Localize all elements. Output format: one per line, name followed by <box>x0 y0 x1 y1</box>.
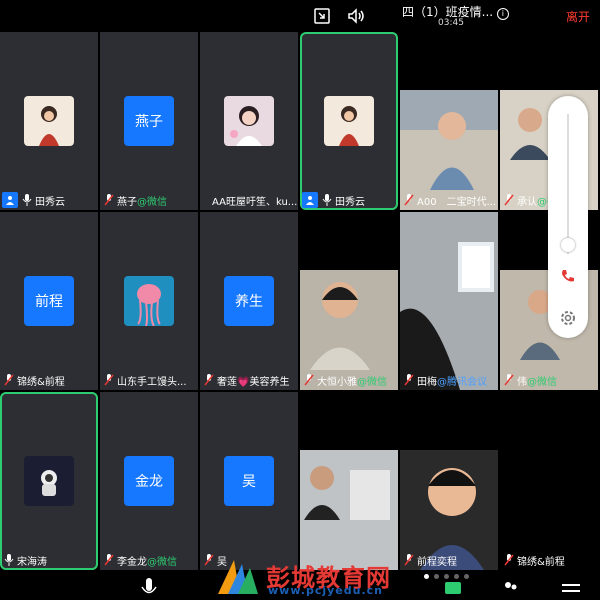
participant-tile[interactable]: 养生 奢莲💗美容养生 <box>200 212 298 390</box>
participant-namebar: 宋海涛 <box>0 550 98 570</box>
video-tile[interactable]: 锦绣&前程 <box>500 450 598 570</box>
mic-muted-icon <box>204 554 214 566</box>
host-badge-icon <box>2 192 18 208</box>
mic-icon <box>322 194 332 206</box>
mic-muted-icon <box>504 374 514 386</box>
participant-namebar: 田秀云 <box>0 190 98 210</box>
participant-namebar: 锦绣&前程 <box>500 550 598 570</box>
video-feed <box>400 212 498 390</box>
participant-namebar: A00 二宝时代... <box>400 190 498 210</box>
participant-tile[interactable]: 燕子 燕子 @微信 <box>100 32 198 210</box>
watermark-url: www.pcjyedu.cn <box>268 584 383 597</box>
avatar: 吴 <box>224 456 274 506</box>
participant-name: 宋海涛 <box>17 556 47 568</box>
mic-muted-icon <box>4 374 14 386</box>
participant-tile[interactable]: 田秀云 <box>0 32 98 210</box>
mic-muted-icon <box>104 194 114 206</box>
avatar: 金龙 <box>124 456 174 506</box>
participant-tile[interactable]: 金龙 李金龙 @微信 <box>100 392 198 570</box>
participant-namebar: 奢莲💗美容养生 <box>200 370 298 390</box>
participant-name: 山东手工馒头... <box>117 376 187 388</box>
participant-name: 锦绣&前程 <box>17 376 65 388</box>
participant-namebar: 田梅 @腾讯会议 <box>400 370 498 390</box>
participant-name: 田秀云 <box>335 196 365 208</box>
mic-icon <box>22 194 32 206</box>
meeting-timer: 03:45 <box>438 18 464 28</box>
host-badge-icon <box>302 192 318 208</box>
mic-muted-icon <box>404 194 414 206</box>
mic-muted-icon <box>504 554 514 566</box>
participant-name: 承认 <box>517 196 537 208</box>
participant-namebar: 田秀云 <box>300 190 398 210</box>
mic-muted-icon <box>104 374 114 386</box>
mic-muted-icon <box>304 374 314 386</box>
participant-name: 田梅 <box>417 376 437 388</box>
mic-muted-icon <box>204 374 214 386</box>
participant-tile[interactable]: AA旺屋吁笙、ku... <box>200 32 298 210</box>
share-screen-icon[interactable] <box>444 580 462 598</box>
avatar <box>224 96 274 146</box>
info-icon[interactable]: i <box>496 8 509 20</box>
participant-name: 李金龙 <box>117 556 147 568</box>
volume-slider[interactable] <box>567 114 569 254</box>
watermark-logo-icon <box>218 560 258 594</box>
speaker-icon[interactable] <box>346 6 366 26</box>
wechat-suffix: @微信 <box>137 196 167 208</box>
avatar: 养生 <box>224 276 274 326</box>
participant-name: 前程奕程 <box>417 556 457 568</box>
participant-tile[interactable]: 吴 吴 <box>200 392 298 570</box>
mic-icon <box>4 554 14 566</box>
video-tile[interactable] <box>300 450 398 570</box>
leave-button[interactable]: 离开 <box>566 8 590 25</box>
participant-namebar: 燕子 @微信 <box>100 190 198 210</box>
mic-muted-icon <box>404 554 414 566</box>
video-tile[interactable]: 前程奕程 <box>400 450 498 570</box>
floating-control-panel <box>548 96 588 338</box>
participant-namebar: AA旺屋吁笙、ku... <box>200 190 298 210</box>
avatar <box>124 276 174 326</box>
wechat-suffix: @微信 <box>357 376 387 388</box>
avatar: 前程 <box>24 276 74 326</box>
mic-muted-icon <box>504 194 514 206</box>
participant-namebar: 锦绣&前程 <box>0 370 98 390</box>
participant-tile[interactable]: 前程 锦绣&前程 <box>0 212 98 390</box>
wechat-suffix: @微信 <box>147 556 177 568</box>
minimize-window-icon[interactable] <box>312 6 332 26</box>
mic-muted-icon <box>404 374 414 386</box>
participant-name: 锦绣&前程 <box>517 556 565 568</box>
meeting-suffix: @腾讯会议 <box>437 376 487 388</box>
video-feed <box>300 450 398 570</box>
volume-slider-handle[interactable] <box>561 238 575 252</box>
participant-namebar: 山东手工馒头... <box>100 370 198 390</box>
participant-name: 田秀云 <box>35 196 65 208</box>
video-tile[interactable]: 大恒小雅 @微信 <box>300 270 398 390</box>
participant-namebar: 前程奕程 <box>400 550 498 570</box>
participant-name: 奢莲💗美容养生 <box>217 376 290 388</box>
gear-icon[interactable] <box>558 308 578 328</box>
top-bar: 四（1）班疫情... i 03:45 离开 <box>0 0 600 32</box>
avatar <box>324 96 374 146</box>
video-tile[interactable]: A00 二宝时代... <box>400 90 498 210</box>
hangup-icon[interactable] <box>560 268 576 284</box>
participant-name: AA旺屋吁笙、ku... <box>212 196 298 208</box>
participant-name: A00 二宝时代... <box>417 196 497 208</box>
participant-tile-active[interactable]: 田秀云 <box>300 32 398 210</box>
avatar <box>24 456 74 506</box>
participant-namebar: 伟 @微信 <box>500 370 598 390</box>
participant-name: 大恒小雅 <box>317 376 357 388</box>
participants-icon[interactable] <box>502 580 520 598</box>
participant-tile[interactable]: 山东手工馒头... <box>100 212 198 390</box>
participant-name: 伟 <box>517 376 527 388</box>
mic-muted-icon <box>104 554 114 566</box>
wechat-suffix: @微信 <box>527 376 557 388</box>
microphone-icon[interactable] <box>140 578 158 600</box>
video-tile[interactable]: 田梅 @腾讯会议 <box>400 212 498 390</box>
participant-namebar: 大恒小雅 @微信 <box>300 370 398 390</box>
participant-tile-active[interactable]: 宋海涛 <box>0 392 98 570</box>
participant-name: 燕子 <box>117 196 137 208</box>
more-menu-icon[interactable] <box>562 582 580 596</box>
avatar <box>24 96 74 146</box>
participant-namebar: 李金龙 @微信 <box>100 550 198 570</box>
avatar: 燕子 <box>124 96 174 146</box>
